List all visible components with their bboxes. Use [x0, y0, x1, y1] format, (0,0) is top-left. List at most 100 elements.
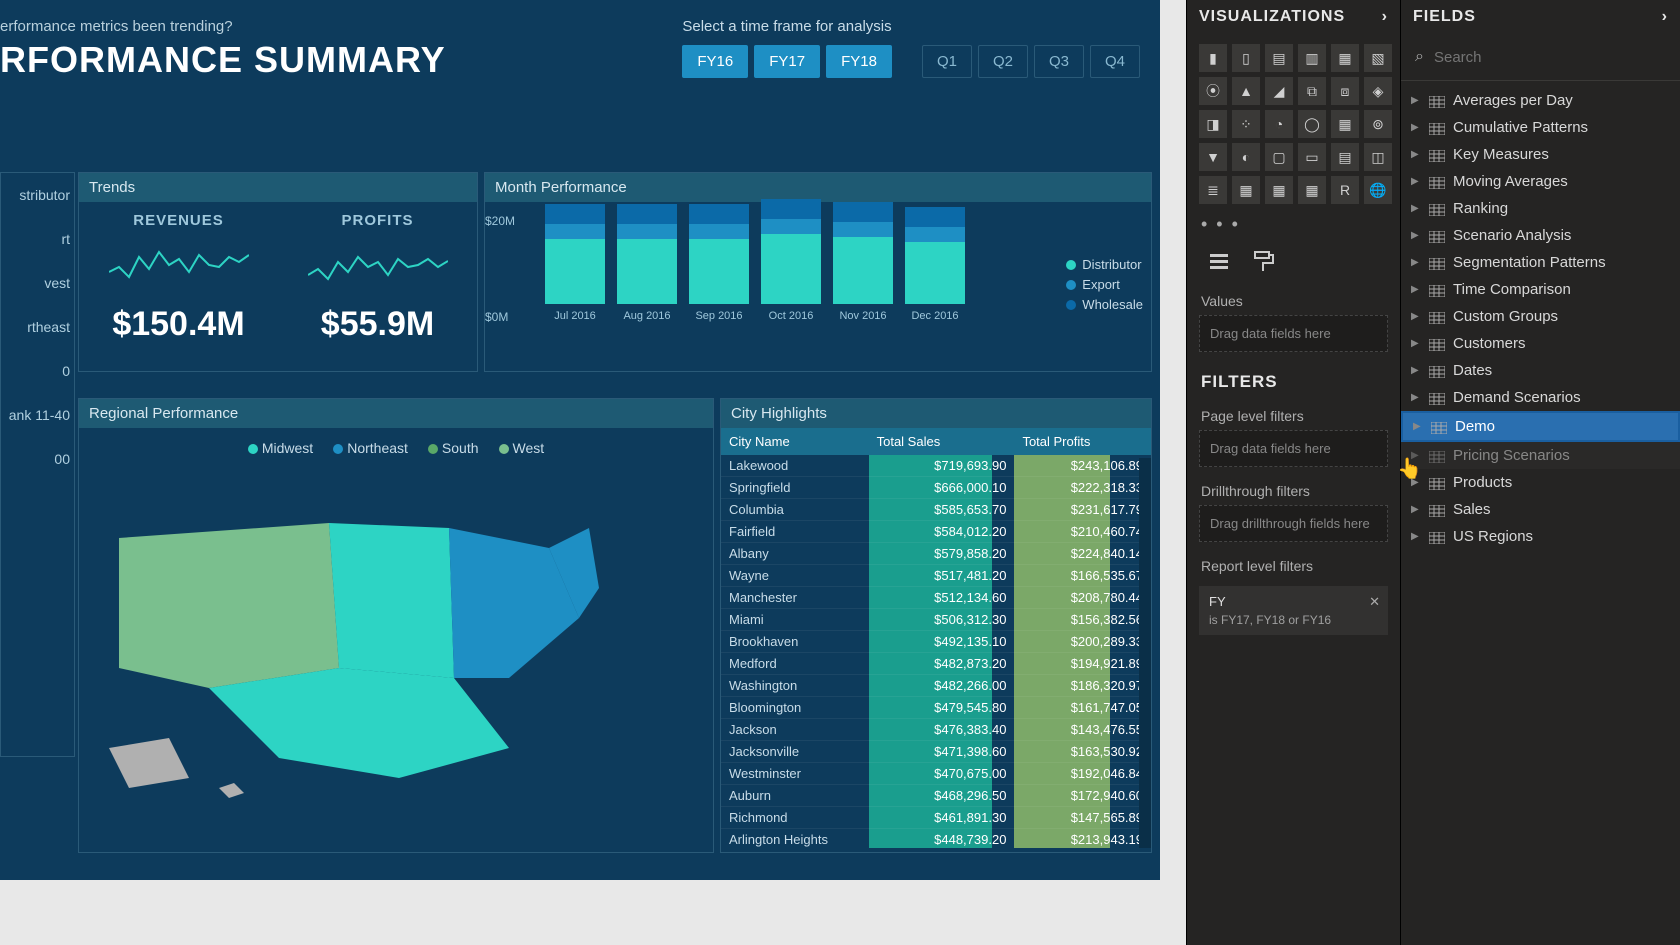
table-row[interactable]: Westminster$470,675.00$192,046.84: [721, 763, 1151, 785]
expand-icon[interactable]: ▶: [1411, 338, 1421, 349]
viz-gauge-icon[interactable]: ◐: [1232, 143, 1260, 171]
viz-card-icon[interactable]: ▭: [1298, 143, 1326, 171]
expand-icon[interactable]: ▶: [1411, 392, 1421, 403]
map-legend-northeast[interactable]: Northeast: [333, 440, 408, 456]
region-west[interactable]: [119, 523, 339, 688]
viz-line-stacked-icon[interactable]: ⧈: [1331, 77, 1359, 105]
viz-globe-icon[interactable]: 🌐: [1364, 176, 1392, 204]
expand-icon[interactable]: ▶: [1411, 504, 1421, 515]
field-table-demand-scenarios[interactable]: ▶Demand Scenarios: [1401, 384, 1680, 411]
field-table-scenario-analysis[interactable]: ▶Scenario Analysis: [1401, 222, 1680, 249]
field-table-ranking[interactable]: ▶Ranking: [1401, 195, 1680, 222]
table-row[interactable]: Medford$482,873.20$194,921.89: [721, 653, 1151, 675]
slicer-item[interactable]: vest: [1, 261, 74, 305]
expand-icon[interactable]: ▶: [1411, 311, 1421, 322]
viz-waterfall-icon[interactable]: ◨: [1199, 110, 1227, 138]
map-legend-midwest[interactable]: Midwest: [248, 440, 313, 456]
table-row[interactable]: Springfield$666,000.10$222,318.33: [721, 477, 1151, 499]
legend-wholesale[interactable]: Wholesale: [1066, 297, 1143, 312]
expand-icon[interactable]: ▶: [1411, 149, 1421, 160]
field-table-cumulative-patterns[interactable]: ▶Cumulative Patterns: [1401, 114, 1680, 141]
slicer-item[interactable]: 00: [1, 437, 74, 481]
region-alaska[interactable]: [109, 738, 189, 788]
expand-icon[interactable]: ▶: [1411, 122, 1421, 133]
table-row[interactable]: Fairfield$584,012.20$210,460.74: [721, 521, 1151, 543]
viz-r-visual-icon[interactable]: R: [1331, 176, 1359, 204]
bar-dec-2016[interactable]: [905, 207, 965, 305]
viz-stacked-column-icon[interactable]: ▤: [1265, 44, 1293, 72]
viz-100-stacked-column-icon[interactable]: ▧: [1364, 44, 1392, 72]
expand-icon[interactable]: ▶: [1411, 230, 1421, 241]
viz-filled-map-icon[interactable]: ▢: [1265, 143, 1293, 171]
left-slicer[interactable]: stributorrtvestrtheast0ank 11-4000: [0, 172, 75, 757]
field-table-segmentation-patterns[interactable]: ▶Segmentation Patterns: [1401, 249, 1680, 276]
values-dropzone[interactable]: Drag data fields here: [1199, 315, 1388, 352]
viz-matrix-preview-icon[interactable]: ▦: [1298, 176, 1326, 204]
timeframe-q4[interactable]: Q4: [1090, 45, 1140, 78]
viz-100-stacked-bar-icon[interactable]: ▦: [1331, 44, 1359, 72]
field-table-averages-per-day[interactable]: ▶Averages per Day: [1401, 87, 1680, 114]
timeframe-fy17[interactable]: FY17: [754, 45, 820, 78]
field-table-moving-averages[interactable]: ▶Moving Averages: [1401, 168, 1680, 195]
table-row[interactable]: Bloomington$479,545.80$161,747.05: [721, 697, 1151, 719]
viz-clustered-bar-icon[interactable]: ▥: [1298, 44, 1326, 72]
fy-filter-clear-icon[interactable]: ✕: [1369, 594, 1380, 610]
viz-kpi-icon[interactable]: ◫: [1364, 143, 1392, 171]
format-roller-icon[interactable]: [1251, 249, 1275, 273]
table-row[interactable]: Washington$482,266.00$186,320.97: [721, 675, 1151, 697]
viz-funnel-icon[interactable]: ▼: [1199, 143, 1227, 171]
viz-more-icon[interactable]: • • •: [1187, 214, 1400, 235]
expand-icon[interactable]: ▶: [1411, 284, 1421, 295]
table-row[interactable]: Lakewood$719,693.90$243,106.89: [721, 455, 1151, 477]
collapse-viz-icon[interactable]: ›: [1382, 8, 1388, 26]
viz-stacked-bar-icon[interactable]: ▮: [1199, 44, 1227, 72]
slicer-item[interactable]: stributor: [1, 173, 74, 217]
viz-stacked-area-icon[interactable]: ◢: [1265, 77, 1293, 105]
expand-icon[interactable]: ▶: [1411, 531, 1421, 542]
field-table-sales[interactable]: ▶Sales: [1401, 496, 1680, 523]
table-row[interactable]: Wayne$517,481.20$166,535.67: [721, 565, 1151, 587]
timeframe-q1[interactable]: Q1: [922, 45, 972, 78]
trends-card[interactable]: Trends REVENUES $150.4M PROFITS $55.9M: [78, 172, 478, 372]
slicer-item[interactable]: rtheast: [1, 305, 74, 349]
table-row[interactable]: Albany$579,858.20$224,840.14: [721, 543, 1151, 565]
legend-distributor[interactable]: Distributor: [1066, 257, 1143, 272]
expand-icon[interactable]: ▶: [1411, 176, 1421, 187]
col-city-name[interactable]: City Name: [721, 428, 869, 455]
expand-icon[interactable]: ▶: [1411, 257, 1421, 268]
field-table-products[interactable]: ▶Products: [1401, 469, 1680, 496]
table-row[interactable]: Auburn$468,296.50$172,940.60: [721, 785, 1151, 807]
legend-export[interactable]: Export: [1066, 277, 1143, 292]
slicer-item[interactable]: rt: [1, 217, 74, 261]
timeframe-q3[interactable]: Q3: [1034, 45, 1084, 78]
field-table-dates[interactable]: ▶Dates: [1401, 357, 1680, 384]
field-table-customers[interactable]: ▶Customers: [1401, 330, 1680, 357]
expand-icon[interactable]: ▶: [1411, 95, 1421, 106]
expand-icon[interactable]: ▶: [1411, 477, 1421, 488]
region-midwest[interactable]: [329, 523, 454, 678]
field-table-us-regions[interactable]: ▶US Regions: [1401, 523, 1680, 550]
table-row[interactable]: Columbia$585,653.70$231,617.79: [721, 499, 1151, 521]
city-table[interactable]: City NameTotal SalesTotal ProfitsLakewoo…: [721, 428, 1151, 848]
table-row[interactable]: Brookhaven$492,135.10$200,289.33: [721, 631, 1151, 653]
table-row[interactable]: Richmond$461,891.30$147,565.89: [721, 807, 1151, 829]
viz-area-icon[interactable]: ▲: [1232, 77, 1260, 105]
fields-well-icon[interactable]: [1207, 249, 1231, 273]
viz-slicer-icon[interactable]: ≣: [1199, 176, 1227, 204]
region-south[interactable]: [209, 668, 509, 778]
viz-treemap-icon[interactable]: ▦: [1331, 110, 1359, 138]
bar-aug-2016[interactable]: [617, 204, 677, 304]
viz-line-icon[interactable]: ⦿: [1199, 77, 1227, 105]
viz-pie-icon[interactable]: ◔: [1265, 110, 1293, 138]
fy-filter-card[interactable]: FY is FY17, FY18 or FY16 ✕: [1199, 586, 1388, 635]
expand-icon[interactable]: ▶: [1411, 450, 1421, 461]
table-row[interactable]: Jacksonville$471,398.60$163,530.92: [721, 741, 1151, 763]
page-filters-dropzone[interactable]: Drag data fields here: [1199, 430, 1388, 467]
timeframe-fy18[interactable]: FY18: [826, 45, 892, 78]
search-input[interactable]: [1434, 49, 1666, 66]
col-total-profits[interactable]: Total Profits: [1014, 428, 1151, 455]
map-legend-south[interactable]: South: [428, 440, 479, 456]
viz-table-icon[interactable]: ▦: [1232, 176, 1260, 204]
field-table-demo[interactable]: ▶Demo: [1401, 411, 1680, 442]
slicer-item[interactable]: 0: [1, 349, 74, 393]
